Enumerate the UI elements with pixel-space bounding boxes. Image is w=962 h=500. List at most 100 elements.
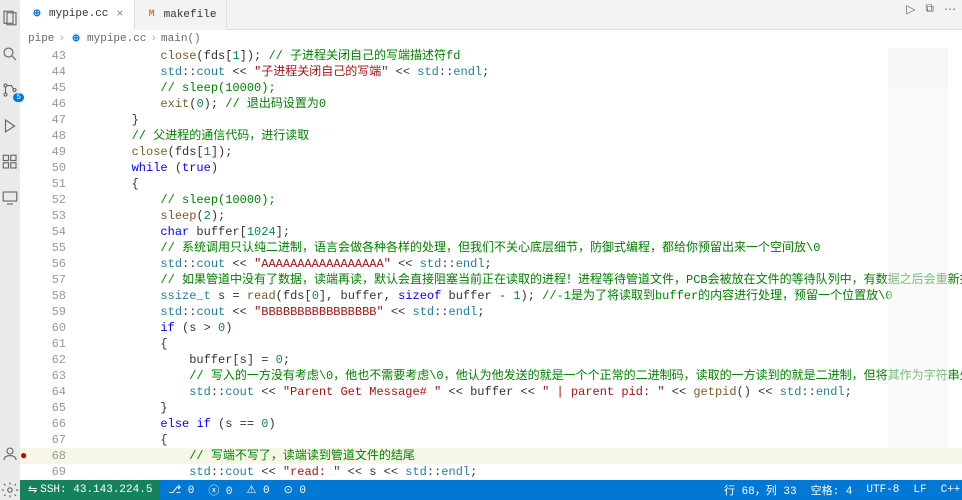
breakpoint-gutter[interactable] [20,272,38,288]
line-content[interactable]: { [74,432,962,448]
line-content[interactable]: close(fds[1]); // 子进程关闭自己的写端描述符fd [74,48,962,64]
line-content[interactable]: buffer[s] = 0; [74,352,962,368]
line-content[interactable]: } [74,112,962,128]
breakpoint-gutter[interactable] [20,128,38,144]
line-content[interactable]: close(fds[1]); [74,144,962,160]
line-content[interactable]: ssize_t s = read(fds[0], buffer, sizeof … [74,288,962,304]
warnings-count[interactable]: ⚠ 0 [247,483,270,497]
settings-icon[interactable] [0,480,20,500]
breakpoint-gutter[interactable] [20,256,38,272]
breakpoint-gutter[interactable] [20,368,38,384]
line-content[interactable]: std::cout << "AAAAAAAAAAAAAAAAA" << std:… [74,256,962,272]
line-content[interactable]: if (s > 0) [74,320,962,336]
line-content[interactable]: // 父进程的通信代码，进行读取 [74,128,962,144]
line-content[interactable]: std::cout << "BBBBBBBBBBBBBBBB" << std::… [74,304,962,320]
accounts-icon[interactable] [0,444,20,464]
breakpoint-gutter[interactable] [20,304,38,320]
breakpoint-gutter[interactable] [20,208,38,224]
tab-mypipe.cc[interactable]: ⊕mypipe.cc× [20,0,135,30]
encoding[interactable]: UTF-8 [866,484,899,496]
errors-count[interactable]: ⓧ 0 [208,482,232,498]
code-line[interactable]: ●68 // 写端不写了，读端读到管道文件的结尾 [20,448,962,464]
more-actions-icon[interactable]: ⋯ [944,2,956,17]
remote-explorer-icon[interactable] [0,188,20,208]
code-line[interactable]: 48 // 父进程的通信代码，进行读取 [20,128,962,144]
code-line[interactable]: 45 // sleep(10000); [20,80,962,96]
breakpoint-gutter[interactable] [20,176,38,192]
run-code-icon[interactable]: ▷ [906,2,915,17]
line-content[interactable]: std::cout << "read: " << s << std::endl; [74,464,962,480]
code-line[interactable]: 60 if (s > 0) [20,320,962,336]
code-line[interactable]: 69 std::cout << "read: " << s << std::en… [20,464,962,480]
code-line[interactable]: 63 // 写入的一方没有考虑\0，他也不需要考虑\0，他认为他发送的就是一个个… [20,368,962,384]
breakpoint-gutter[interactable] [20,48,38,64]
code-line[interactable]: 56 std::cout << "AAAAAAAAAAAAAAAAA" << s… [20,256,962,272]
line-content[interactable]: while (true) [74,160,962,176]
breakpoint-gutter[interactable] [20,96,38,112]
line-content[interactable]: { [74,176,962,192]
code-line[interactable]: 62 buffer[s] = 0; [20,352,962,368]
code-line[interactable]: 50 while (true) [20,160,962,176]
breakpoint-gutter[interactable] [20,432,38,448]
breakpoint-gutter[interactable] [20,160,38,176]
tab-makefile[interactable]: Mmakefile [135,0,228,30]
breadcrumb-file[interactable]: mypipe.cc [87,33,146,45]
run-debug-icon[interactable] [0,116,20,136]
code-line[interactable]: 54 char buffer[1024]; [20,224,962,240]
breakpoint-gutter[interactable] [20,416,38,432]
code-line[interactable]: 58 ssize_t s = read(fds[0], buffer, size… [20,288,962,304]
search-icon[interactable] [0,44,20,64]
line-content[interactable]: sleep(2); [74,208,962,224]
breakpoint-gutter[interactable] [20,320,38,336]
remote-host[interactable]: ⇋ SSH: 43.143.224.5 [20,480,160,500]
code-line[interactable]: 51 { [20,176,962,192]
line-content[interactable]: char buffer[1024]; [74,224,962,240]
line-content[interactable]: // sleep(10000); [74,80,962,96]
cursor-position[interactable]: 行 68，列 33 [724,482,797,498]
breakpoint-gutter[interactable]: ● [20,448,38,464]
explorer-icon[interactable] [0,8,20,28]
code-line[interactable]: 46 exit(0); // 退出码设置为0 [20,96,962,112]
git-branch[interactable]: ⎇ 0 [168,483,194,497]
breakpoint-gutter[interactable] [20,240,38,256]
line-content[interactable]: std::cout << "Parent Get Message# " << b… [74,384,962,400]
eol[interactable]: LF [913,484,926,496]
code-line[interactable]: 61 { [20,336,962,352]
minimap[interactable] [888,48,948,448]
line-content[interactable]: // 系统调用只认纯二进制，语言会做各种各样的处理，但我们不关心底层细节，防御式… [74,240,962,256]
ports[interactable]: ⊙ 0 [284,483,306,497]
line-content[interactable]: // 写入的一方没有考虑\0，他也不需要考虑\0，他认为他发送的就是一个个正常的… [74,368,962,384]
line-content[interactable]: std::cout << "子进程关闭自己的写端" << std::endl; [74,64,962,80]
code-line[interactable]: 52 // sleep(10000); [20,192,962,208]
code-line[interactable]: 53 sleep(2); [20,208,962,224]
code-line[interactable]: 57 // 如果管道中没有了数据，读端再读，默认会直接阻塞当前正在读取的进程！进… [20,272,962,288]
indentation[interactable]: 空格: 4 [811,482,853,498]
split-editor-icon[interactable]: ⧉ [925,2,934,17]
breakpoint-gutter[interactable] [20,112,38,128]
breakpoint-gutter[interactable] [20,464,38,480]
line-content[interactable]: { [74,336,962,352]
breakpoint-gutter[interactable] [20,192,38,208]
breakpoint-gutter[interactable] [20,64,38,80]
code-editor[interactable]: 43 close(fds[1]); // 子进程关闭自己的写端描述符fd44 s… [20,48,962,480]
breadcrumb[interactable]: pipe › ⊕ mypipe.cc › main() [20,30,962,48]
breakpoint-gutter[interactable] [20,400,38,416]
breakpoint-gutter[interactable] [20,288,38,304]
breadcrumb-folder[interactable]: pipe [28,33,54,45]
line-content[interactable]: exit(0); // 退出码设置为0 [74,96,962,112]
code-line[interactable]: 43 close(fds[1]); // 子进程关闭自己的写端描述符fd [20,48,962,64]
breakpoint-gutter[interactable] [20,224,38,240]
code-line[interactable]: 66 else if (s == 0) [20,416,962,432]
language-mode[interactable]: C++ [941,484,961,496]
code-line[interactable]: 59 std::cout << "BBBBBBBBBBBBBBBB" << st… [20,304,962,320]
breadcrumb-symbol[interactable]: main() [161,33,201,45]
code-line[interactable]: 55 // 系统调用只认纯二进制，语言会做各种各样的处理，但我们不关心底层细节，… [20,240,962,256]
code-line[interactable]: 65 } [20,400,962,416]
code-line[interactable]: 67 { [20,432,962,448]
source-control-icon[interactable]: 5 [0,80,20,100]
breakpoint-gutter[interactable] [20,352,38,368]
line-content[interactable]: // sleep(10000); [74,192,962,208]
breakpoint-gutter[interactable] [20,336,38,352]
breakpoint-gutter[interactable] [20,80,38,96]
line-content[interactable]: // 如果管道中没有了数据，读端再读，默认会直接阻塞当前正在读取的进程！进程等待… [74,272,962,288]
